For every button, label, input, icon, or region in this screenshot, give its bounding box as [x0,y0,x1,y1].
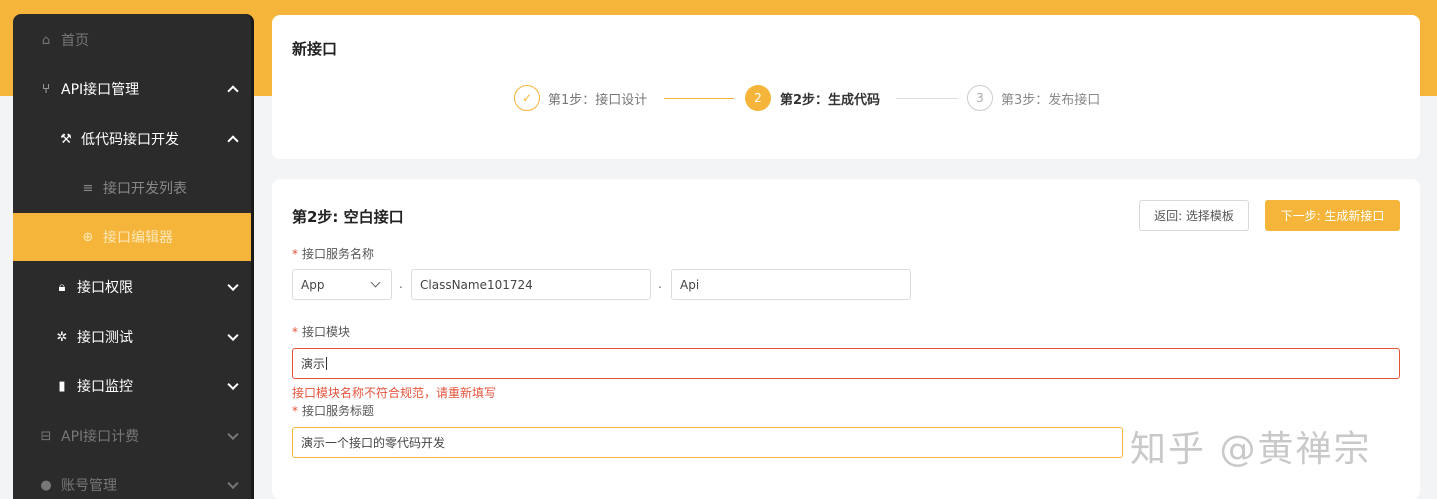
chevron-up-icon [227,135,239,147]
step-1-label: 第1步：接口设计 [548,93,648,108]
module-label: * 接口模块 [292,325,351,339]
back-button[interactable]: 返回: 选择模板 [1139,200,1249,231]
separator-dot: . [658,277,662,291]
chevron-down-icon [227,477,239,490]
step-connector [664,98,734,99]
sidebar: ⌂ 首页 ⑂ API接口管理 ⚒ 低代码接口开发 ≡ 接口开发列表 ⊕ 接口编辑… [13,14,254,499]
separator-dot: . [399,277,403,291]
service-title-input[interactable]: 演示一个接口的零代码开发 [292,427,1123,458]
steps-card: 新接口 ✓ 第1步：接口设计 2 第2步：生成代码 3 第3步：发布接口 [272,15,1420,159]
branch-icon: ⑂ [42,81,50,97]
watermark: 知乎 @黄禅宗 [1130,429,1372,470]
service-title-label: * 接口服务标题 [292,404,375,418]
lock-icon: 🔒︎ [58,279,66,295]
step-2-label: 第2步：生成代码 [780,93,881,108]
sidebar-item-account[interactable]: ● 账号管理 [13,461,251,499]
sidebar-item-permissions[interactable]: 🔒︎ 接口权限 [13,263,251,311]
page-title: 新接口 [292,40,338,58]
chevron-down-icon [227,329,239,342]
class-name-input[interactable]: ClassName101724 [411,269,651,300]
sidebar-item-dev-list[interactable]: ≡ 接口开发列表 [13,164,251,212]
plus-circle-icon: ⊕ [82,229,94,245]
cart-icon: ⊟ [40,428,52,444]
app-select[interactable]: App [292,269,392,300]
module-error-message: 接口模块名称不符合规范，请重新填写 [292,386,497,400]
user-icon: ● [40,477,52,493]
api-suffix-input[interactable]: Api [671,269,911,300]
module-input[interactable]: 演示 [292,348,1400,379]
sidebar-item-testing[interactable]: ✲ 接口测试 [13,313,251,361]
step-1-check-icon: ✓ [514,85,540,111]
sidebar-item-monitoring[interactable]: ▮ 接口监控 [13,362,251,410]
home-icon: ⌂ [41,32,51,48]
chevron-down-icon [227,378,239,391]
sidebar-item-api-management[interactable]: ⑂ API接口管理 [13,65,251,113]
chevron-down-icon [227,279,239,292]
sidebar-item-billing[interactable]: ⊟ API接口计费 [13,412,251,460]
bar-chart-icon: ▮ [58,378,66,394]
service-name-label: * 接口服务名称 [292,247,375,261]
chevron-up-icon [227,85,239,97]
sidebar-item-lowcode[interactable]: ⚒ 低代码接口开发 [13,115,251,163]
form-title: 第2步: 空白接口 [292,208,404,226]
next-step-button[interactable]: 下一步: 生成新接口 [1265,200,1400,231]
sidebar-item-editor[interactable]: ⊕ 接口编辑器 [13,213,251,261]
chevron-down-icon [370,277,381,288]
magic-wand-icon: ⚒ [60,131,72,147]
sidebar-item-home[interactable]: ⌂ 首页 [13,16,251,64]
chevron-down-icon [227,428,239,441]
list-icon: ≡ [82,180,94,196]
text-cursor [326,357,328,370]
step-2-indicator: 2 [745,85,771,111]
step-connector [896,98,958,99]
bug-icon: ✲ [56,329,68,345]
step-3-indicator: 3 [967,85,993,111]
step-3-label: 第3步：发布接口 [1001,93,1101,108]
